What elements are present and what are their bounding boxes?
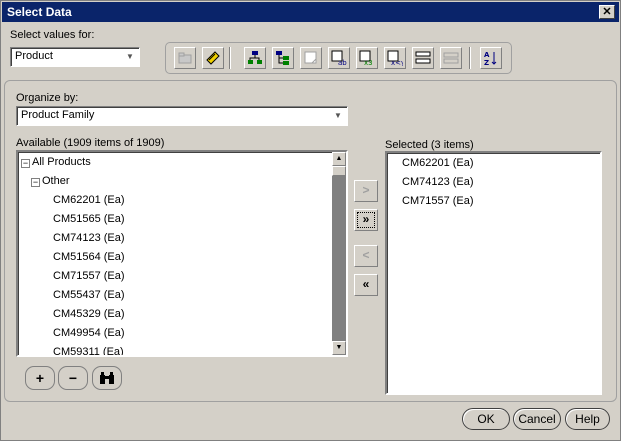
chevron-down-icon: ▼ (126, 52, 134, 61)
double-chevron-left-icon: « (362, 277, 370, 291)
tree-item[interactable]: − All Products (21, 155, 91, 169)
ok-button[interactable]: OK (462, 408, 510, 430)
select-values-dropdown[interactable]: Product ▼ (10, 47, 140, 67)
tree-item[interactable]: − Other (31, 174, 70, 188)
open-button[interactable] (174, 47, 196, 69)
chevron-right-icon: > (362, 183, 370, 197)
dialog-title: Select Data (7, 5, 72, 19)
chevron-left-icon: < (362, 248, 370, 262)
svg-text:A: A (484, 51, 490, 59)
double-chevron-right-icon: » (362, 212, 370, 226)
svg-text:ab: ab (338, 59, 347, 66)
tree-item-label: CM71557 (Ea) (53, 270, 125, 282)
cancel-label: Cancel (518, 412, 556, 426)
tree-item[interactable]: CM45329 (Ea) (53, 307, 125, 321)
collapse-button[interactable]: − (58, 366, 88, 390)
svg-text:x<y: x<y (391, 59, 403, 66)
match-x3-icon: x3 (359, 50, 373, 66)
add-selected-button[interactable]: > (354, 180, 378, 202)
svg-text:x3: x3 (364, 59, 373, 66)
rows-button[interactable] (412, 47, 434, 69)
toolbar-separator (469, 47, 471, 69)
select-values-label: Select values for: (10, 29, 95, 41)
available-list[interactable]: − All Products − Other CM62201 (Ea) CM51565 (… (16, 150, 348, 357)
available-scrollbar[interactable]: ▲ ▼ (332, 152, 346, 355)
match-xy-button[interactable]: x<y (384, 47, 406, 69)
tree-collapse-icon[interactable]: − (21, 159, 30, 168)
title-bar: Select Data ✕ (2, 2, 619, 22)
tree-item[interactable]: CM51565 (Ea) (53, 212, 125, 226)
tree-item-label: CM49954 (Ea) (53, 327, 125, 339)
scroll-up-icon[interactable]: ▲ (332, 152, 346, 166)
tree-item[interactable]: CM71557 (Ea) (53, 269, 125, 283)
binoculars-icon (100, 372, 114, 384)
tree-item-label: CM59311 (Ea) (53, 346, 124, 357)
tree-item[interactable]: CM55437 (Ea) (53, 288, 125, 302)
match-xy-icon: x<y (387, 50, 403, 66)
tree-item-label: CM51564 (Ea) (53, 251, 125, 263)
toolbar-separator (229, 47, 231, 69)
attribute-button[interactable]: ab (328, 47, 350, 69)
save-selection-button[interactable] (202, 47, 224, 69)
tree-item-label: CM45329 (Ea) (53, 308, 125, 320)
scroll-track[interactable] (332, 176, 346, 341)
tree-item-label: Other (42, 175, 70, 187)
sort-az-icon: AZ (484, 51, 497, 66)
tree-item-label: CM74123 (Ea) (53, 232, 125, 244)
tree-item[interactable]: CM62201 (Ea) (53, 193, 125, 207)
cancel-button[interactable]: Cancel (513, 408, 561, 430)
rows-disabled-icon (443, 52, 459, 64)
list-item[interactable]: CM62201 (Ea) (402, 156, 474, 170)
find-button[interactable] (92, 366, 122, 390)
tree-item[interactable]: CM51564 (Ea) (53, 250, 125, 264)
hierarchy-levels-icon (276, 51, 289, 65)
folder-icon (178, 52, 192, 64)
exception-icon (304, 51, 317, 64)
rows-icon (415, 51, 431, 64)
svg-text:Z: Z (484, 59, 489, 66)
expand-button[interactable]: + (25, 366, 55, 390)
tree-item[interactable]: CM49954 (Ea) (53, 326, 125, 340)
toolbar: ab x3 x<y AZ (165, 42, 512, 74)
select-values-value: Product (15, 50, 53, 62)
organize-by-label: Organize by: (16, 92, 79, 104)
selected-label: Selected (3 items) (385, 139, 474, 151)
tree-item[interactable]: CM59311 (Ea) (53, 345, 124, 357)
scroll-thumb[interactable] (332, 166, 346, 176)
add-all-button[interactable]: » (354, 209, 378, 231)
exception-button[interactable] (300, 47, 322, 69)
list-item[interactable]: CM74123 (Ea) (402, 175, 474, 189)
selected-list[interactable]: CM62201 (Ea) CM74123 (Ea) CM71557 (Ea) (385, 151, 602, 395)
scroll-down-icon[interactable]: ▼ (332, 341, 346, 355)
remove-selected-button[interactable]: < (354, 245, 378, 267)
help-label: Help (575, 412, 600, 426)
hierarchy-icon (248, 51, 262, 64)
close-button[interactable]: ✕ (599, 5, 615, 19)
list-item[interactable]: CM71557 (Ea) (402, 194, 474, 208)
tree-item[interactable]: CM74123 (Ea) (53, 231, 125, 245)
hierarchy-levels-button[interactable] (272, 47, 294, 69)
organize-by-value: Product Family (21, 109, 95, 121)
tree-item-label: All Products (32, 156, 91, 168)
match-x3-button[interactable]: x3 (356, 47, 378, 69)
help-button[interactable]: Help (565, 408, 610, 430)
chevron-down-icon: ▼ (334, 111, 342, 120)
minus-icon: − (68, 370, 78, 386)
save-selection-icon (206, 51, 220, 65)
attribute-ab-icon: ab (331, 50, 347, 66)
tree-item-label: CM55437 (Ea) (53, 289, 125, 301)
organize-by-dropdown[interactable]: Product Family ▼ (16, 106, 348, 126)
plus-icon: + (35, 370, 45, 386)
tree-item-label: CM51565 (Ea) (53, 213, 125, 225)
remove-all-button[interactable]: « (354, 274, 378, 296)
hierarchy-button[interactable] (244, 47, 266, 69)
rows-disabled-button[interactable] (440, 47, 462, 69)
tree-item-label: CM62201 (Ea) (53, 194, 125, 206)
ok-label: OK (477, 412, 495, 426)
close-icon: ✕ (602, 6, 612, 18)
available-label: Available (1909 items of 1909) (16, 137, 165, 149)
sort-button[interactable]: AZ (480, 47, 502, 69)
tree-collapse-icon[interactable]: − (31, 178, 40, 187)
